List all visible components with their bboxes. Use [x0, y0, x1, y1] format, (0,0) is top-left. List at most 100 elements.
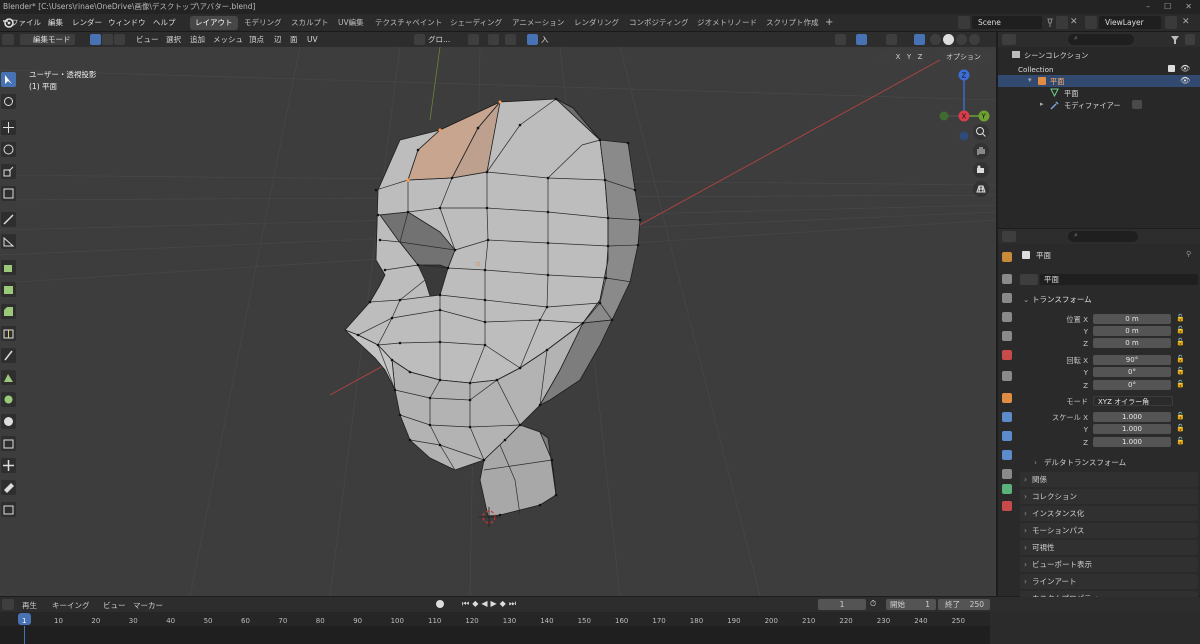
scale-x-field[interactable]: 1.000	[1093, 412, 1171, 422]
output-icon[interactable]	[1002, 293, 1012, 303]
extrude-tool[interactable]	[1, 260, 16, 275]
collections-section[interactable]: コレクション	[1020, 489, 1198, 504]
smooth-tool[interactable]	[1, 414, 16, 429]
stopwatch-icon[interactable]: ⏱	[870, 599, 876, 609]
frame-start-field[interactable]: 開始 1	[886, 599, 936, 610]
delete-view-layer-icon[interactable]: ✕	[1182, 16, 1192, 29]
rip-region-tool[interactable]	[1, 502, 16, 517]
tab-uv-editing[interactable]: UV編集	[333, 16, 369, 30]
scene-props-icon[interactable]	[1002, 331, 1012, 341]
snap-target-icon[interactable]	[505, 34, 516, 45]
physics-icon[interactable]	[1002, 450, 1012, 460]
rotation-mode-dropdown[interactable]: XYZ オイラー角	[1093, 396, 1173, 406]
frame-end-field[interactable]: 終了 250	[938, 599, 990, 610]
instancing-section[interactable]: インスタンス化	[1020, 506, 1198, 521]
outliner-row-mesh[interactable]: 平面	[998, 87, 1200, 99]
object-props-icon[interactable]	[1002, 393, 1012, 403]
menu-view[interactable]: ビュー	[136, 34, 159, 45]
relations-section[interactable]: 関係	[1020, 472, 1198, 487]
gizmo-toggle-icon[interactable]	[856, 34, 867, 45]
new-view-layer-icon[interactable]	[1165, 16, 1177, 29]
outliner-editor-icon[interactable]	[1002, 34, 1016, 45]
mirror-icon[interactable]	[879, 52, 891, 63]
object-visibility-icon[interactable]	[835, 34, 846, 45]
lock-icon[interactable]: 🔓	[1176, 326, 1185, 334]
eye-icon[interactable]: 👁	[1180, 64, 1190, 73]
material-icon[interactable]	[1002, 501, 1012, 511]
play-icon[interactable]: ▶	[491, 599, 497, 609]
visibility-section[interactable]: 可視性	[1020, 540, 1198, 555]
rotation-y-field[interactable]: 0°	[1093, 367, 1171, 377]
measure-tool[interactable]	[1, 234, 16, 249]
edge-select-icon[interactable]	[102, 34, 113, 45]
location-z-field[interactable]: 0 m	[1093, 338, 1171, 348]
knife-tool[interactable]	[1, 348, 16, 363]
expand-arrow-icon[interactable]: ▾	[1028, 76, 1032, 84]
menu-file[interactable]: ファイル	[11, 17, 41, 29]
timeline-editor-icon[interactable]	[2, 599, 14, 610]
tool-settings-icon[interactable]	[1002, 252, 1012, 262]
timeline-view-menu[interactable]: ビュー	[103, 600, 126, 611]
menu-vertex[interactable]: 頂点	[249, 34, 264, 45]
cursor-tool[interactable]	[1, 94, 16, 109]
eye-icon[interactable]: 👁	[1180, 76, 1190, 85]
proportional-edit-icon[interactable]	[527, 34, 538, 45]
lock-icon[interactable]: 🔓	[1176, 424, 1185, 432]
keyframe-area[interactable]	[0, 626, 990, 644]
lock-icon[interactable]: 🔓	[1176, 412, 1185, 420]
rotation-z-field[interactable]: 0°	[1093, 380, 1171, 390]
edge-slide-tool[interactable]	[1, 436, 16, 451]
transform-tool[interactable]	[1, 186, 16, 201]
scale-y-field[interactable]: 1.000	[1093, 424, 1171, 434]
location-y-field[interactable]: 0 m	[1093, 326, 1171, 336]
move-tool[interactable]	[1, 120, 16, 135]
menu-add[interactable]: 追加	[190, 34, 205, 45]
delete-scene-icon[interactable]: ✕	[1070, 16, 1080, 29]
tab-scripting[interactable]: スクリプト作成	[761, 16, 824, 30]
tab-texture-paint[interactable]: テクスチャペイント	[370, 16, 447, 30]
menu-mesh[interactable]: メッシュ	[213, 34, 243, 45]
spin-tool[interactable]	[1, 392, 16, 407]
menu-face[interactable]: 面	[290, 34, 298, 45]
zoom-icon[interactable]	[973, 124, 989, 140]
outliner-search-input[interactable]: ⌕	[1068, 34, 1134, 45]
include-checkbox[interactable]	[1168, 65, 1175, 72]
outliner-row-modifiers[interactable]: ▸ モディファイアー	[998, 99, 1200, 111]
render-icon[interactable]	[1002, 274, 1012, 284]
lock-icon[interactable]: 🔓	[1176, 437, 1185, 445]
mode-selector[interactable]: 編集モード	[20, 34, 75, 45]
menu-help[interactable]: ヘルプ	[153, 17, 176, 29]
delta-transform-section[interactable]: › デルタトランスフォーム	[1032, 456, 1192, 469]
pivot-point-icon[interactable]	[468, 34, 479, 45]
maximize-button[interactable]: ☐	[1164, 0, 1171, 14]
transform-section-header[interactable]: ⌄ トランスフォーム	[1020, 293, 1198, 307]
solid-shading-icon[interactable]	[943, 34, 954, 45]
grid-view-icon[interactable]	[973, 181, 989, 197]
material-shading-icon[interactable]	[956, 34, 967, 45]
proportional-falloff[interactable]: 入	[541, 34, 549, 45]
tab-geometry-nodes[interactable]: ジオメトリノード	[692, 16, 762, 30]
lock-icon[interactable]: 🔓	[1176, 314, 1185, 322]
outliner-row-collection[interactable]: Collection 👁	[998, 63, 1200, 75]
mirror-x-toggle[interactable]: X	[893, 52, 903, 63]
editor-type-icon[interactable]	[2, 34, 14, 45]
menu-uv[interactable]: UV	[307, 34, 318, 45]
shrink-fatten-tool[interactable]	[1, 458, 16, 473]
object-browse-icon[interactable]	[1020, 274, 1038, 285]
view-layer-selector[interactable]: ViewLayer	[1099, 16, 1161, 29]
mirror-z-toggle[interactable]: Z	[915, 52, 925, 63]
vertex-select-icon[interactable]	[90, 34, 101, 45]
scene-selector[interactable]: Scene	[972, 16, 1042, 29]
menu-edit[interactable]: 編集	[48, 17, 63, 29]
view-layer-icon[interactable]	[1085, 16, 1097, 29]
play-reverse-icon[interactable]: ◀	[481, 599, 487, 609]
mirror-y-toggle[interactable]: Y	[904, 52, 914, 63]
properties-search-input[interactable]: ⌕	[1068, 231, 1138, 242]
menu-render[interactable]: レンダー	[72, 17, 102, 29]
jump-start-icon[interactable]: ⏮	[462, 599, 469, 609]
inset-tool[interactable]	[1, 282, 16, 297]
tab-compositing[interactable]: コンポジティング	[624, 16, 694, 30]
object-name-field[interactable]: 平面	[1040, 274, 1198, 285]
lock-icon[interactable]: 🔓	[1176, 380, 1185, 388]
annotate-tool[interactable]	[1, 212, 16, 227]
